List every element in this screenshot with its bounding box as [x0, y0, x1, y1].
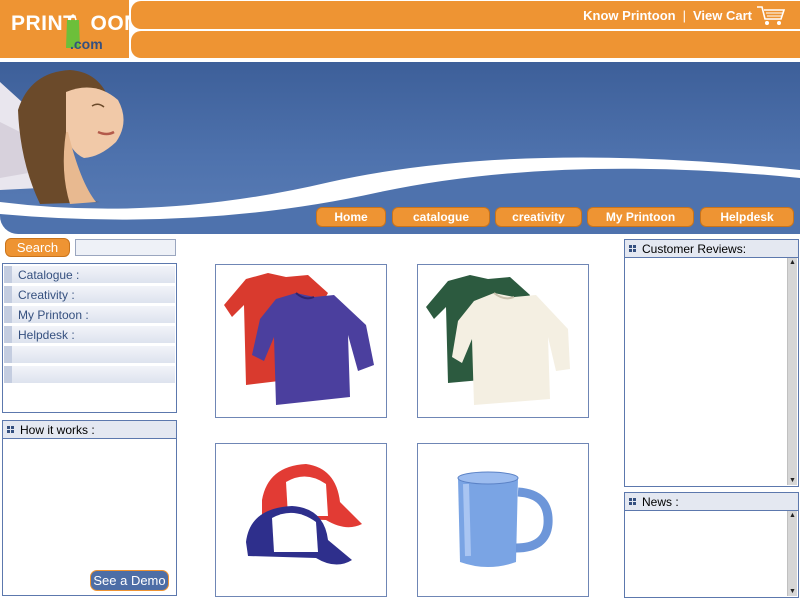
how-it-works-header: How it works : [3, 421, 176, 439]
top-links-separator: | [682, 8, 686, 23]
search-input[interactable] [75, 239, 176, 256]
know-printoon-link[interactable]: Know Printoon [583, 8, 675, 23]
logo[interactable]: PRINT OON .com [0, 0, 139, 58]
news-header: News : [625, 493, 798, 511]
grip-dots-icon [629, 498, 636, 505]
mug-image [457, 471, 553, 567]
nav-catalogue[interactable]: catalogue [392, 207, 490, 227]
scroll-down-arrow[interactable]: ▼ [788, 587, 797, 596]
menu-item-my-printoon[interactable]: My Printoon : [4, 306, 175, 324]
top-links: Know Printoon | View Cart [583, 8, 752, 23]
view-cart-link[interactable]: View Cart [693, 8, 752, 23]
scroll-up-arrow[interactable]: ▲ [788, 511, 797, 520]
shirt-image [426, 275, 570, 405]
top-bar-secondary [131, 31, 800, 58]
product-shirts-red-purple[interactable] [215, 264, 387, 418]
news-scrollbar[interactable]: ▲ ▼ [787, 511, 797, 596]
top-bar: Know Printoon | View Cart [131, 1, 800, 29]
left-menu: Catalogue : Creativity : My Printoon : H… [2, 263, 177, 413]
menu-item-creativity[interactable]: Creativity : [4, 286, 175, 304]
menu-item-catalogue[interactable]: Catalogue : [4, 266, 175, 284]
customer-reviews-panel: Customer Reviews: ▲ ▼ [624, 239, 799, 487]
logo-com: .com [70, 36, 103, 52]
nav-home[interactable]: Home [316, 207, 386, 227]
nav-helpdesk[interactable]: Helpdesk [700, 207, 794, 227]
product-mug[interactable] [417, 443, 589, 597]
customer-reviews-title: Customer Reviews: [642, 241, 747, 256]
how-it-works-title: How it works : [20, 422, 95, 437]
menu-item-empty-1 [4, 346, 175, 364]
news-panel: News : ▲ ▼ [624, 492, 799, 598]
customer-reviews-header: Customer Reviews: [625, 240, 798, 258]
news-title: News : [642, 494, 679, 509]
cap-image [246, 464, 362, 565]
nav-creativity[interactable]: creativity [495, 207, 582, 227]
shirt-image [224, 273, 374, 405]
menu-item-empty-2 [4, 366, 175, 384]
scroll-down-arrow[interactable]: ▼ [788, 476, 797, 485]
see-demo-button[interactable]: See a Demo [90, 570, 169, 591]
reviews-scrollbar[interactable]: ▲ ▼ [787, 258, 797, 485]
product-caps[interactable] [215, 443, 387, 597]
menu-item-helpdesk[interactable]: Helpdesk : [4, 326, 175, 344]
grip-dots-icon [629, 245, 636, 252]
search-button[interactable]: Search [5, 238, 70, 257]
scroll-up-arrow[interactable]: ▲ [788, 258, 797, 267]
cart-icon[interactable] [756, 4, 786, 26]
product-shirts-green-cream[interactable] [417, 264, 589, 418]
grip-dots-icon [7, 426, 14, 433]
nav-my-printoon[interactable]: My Printoon [587, 207, 694, 227]
